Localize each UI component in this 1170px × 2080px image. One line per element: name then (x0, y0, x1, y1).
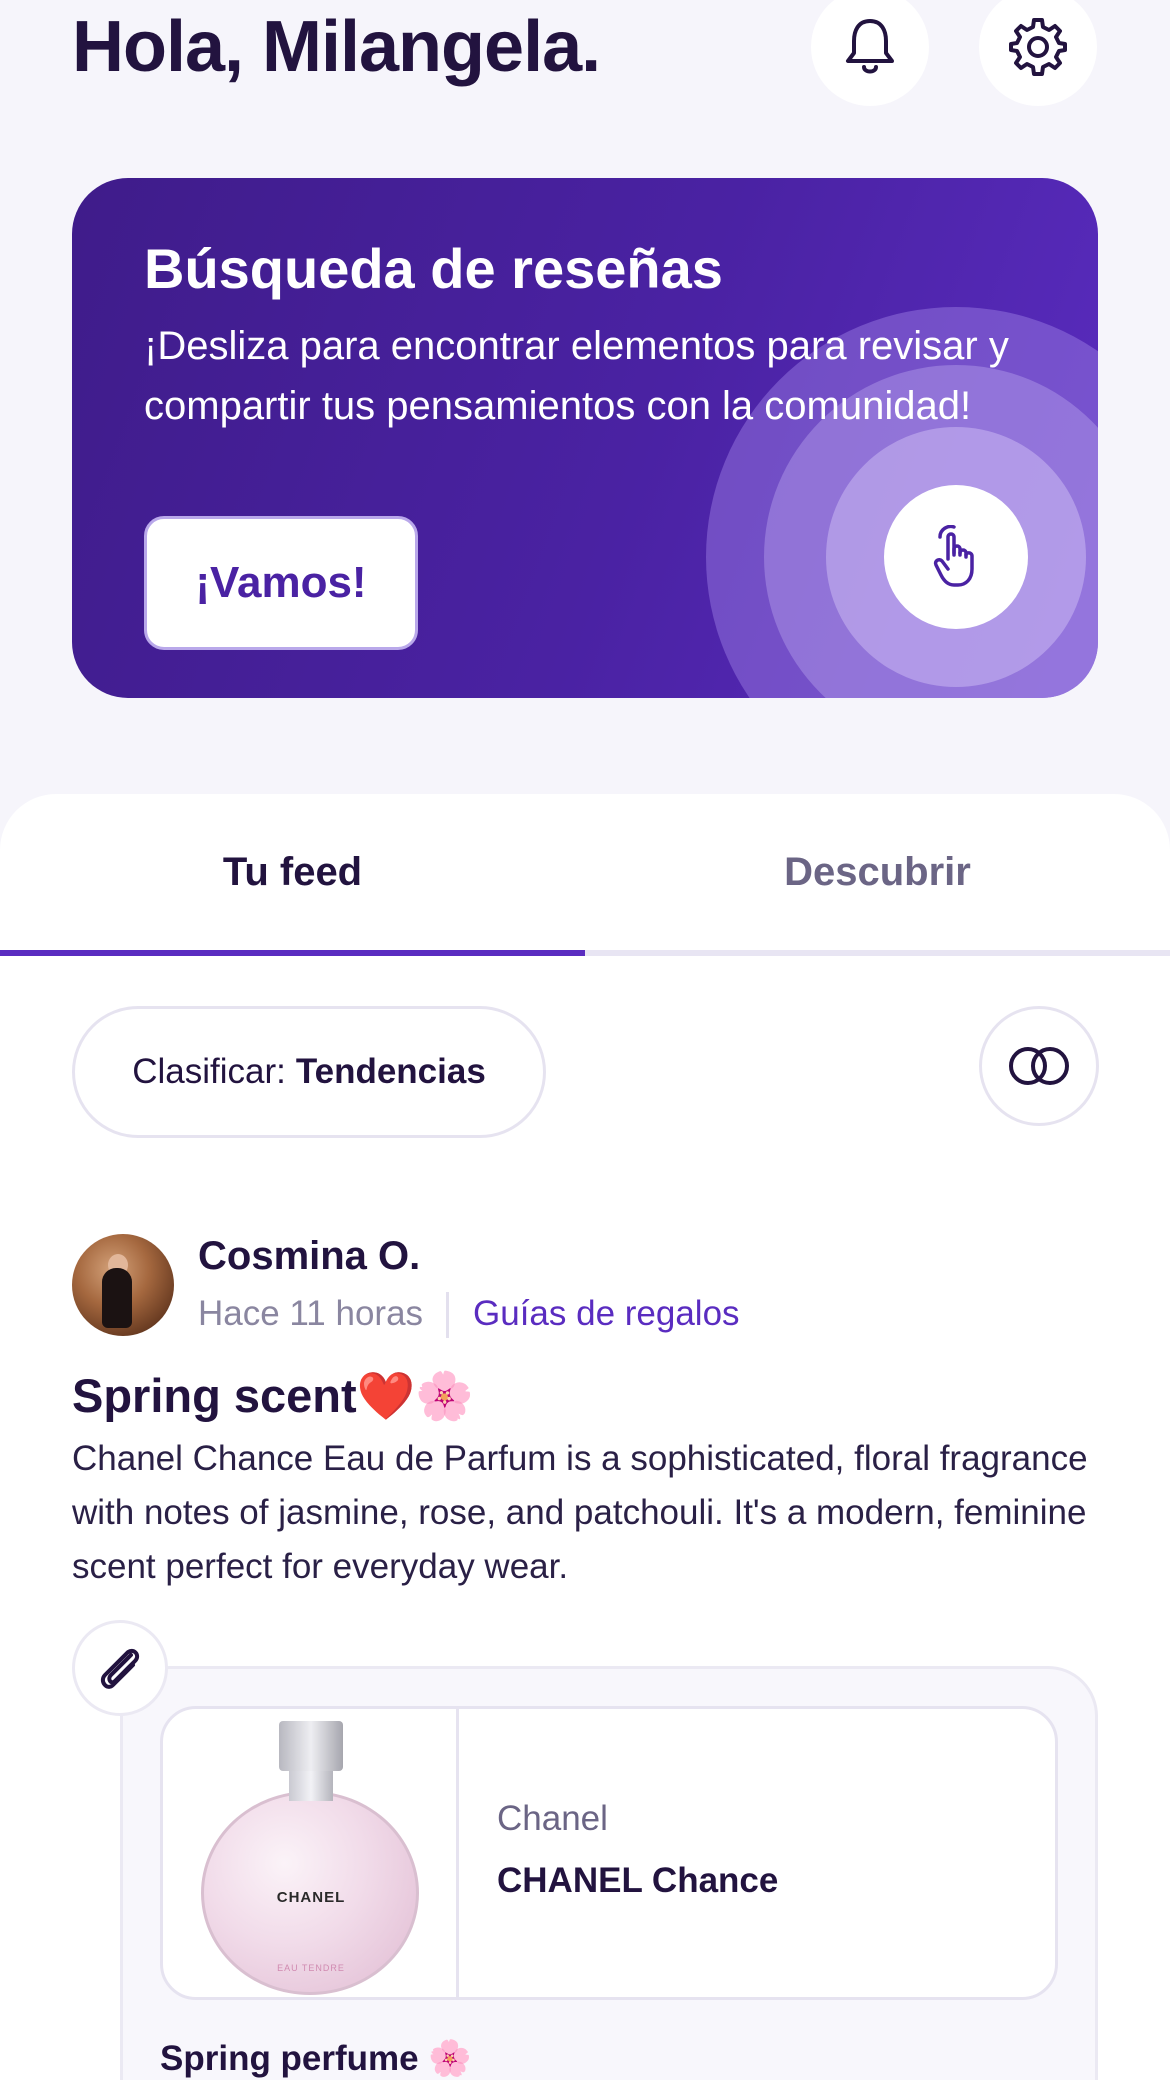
greeting-title: Hola, Milangela. (72, 7, 601, 87)
product-name: CHANEL Chance (497, 1861, 779, 1900)
author-avatar[interactable] (72, 1234, 174, 1336)
feed-panel: Tu feed Descubrir Clasificar: Tendencias… (0, 794, 1170, 2080)
attachment-caption: Spring perfume 🌸 (160, 2039, 472, 2078)
sort-dropdown[interactable]: Clasificar: Tendencias (72, 1006, 546, 1138)
sort-prefix: Clasificar: (132, 1052, 286, 1091)
tab-your-feed[interactable]: Tu feed (0, 850, 585, 895)
post-category-link[interactable]: Guías de regalos (473, 1294, 740, 1334)
sort-value: Tendencias (295, 1052, 486, 1091)
bottle-sublabel: EAU TENDRE (277, 1963, 345, 1973)
bell-icon (846, 19, 894, 74)
filter-button[interactable] (979, 1006, 1099, 1126)
attachment-badge (72, 1620, 168, 1716)
gear-icon (1009, 18, 1067, 76)
settings-button[interactable] (979, 0, 1097, 106)
lets-go-button[interactable]: ¡Vamos! (144, 516, 418, 650)
tap-hand-icon (933, 525, 974, 587)
tab-discover[interactable]: Descubrir (585, 850, 1170, 895)
home-screen: Hola, Milangela. Búsqueda de reseñas ¡De… (0, 0, 1170, 2080)
post-body: Chanel Chance Eau de Parfum is a sophist… (72, 1439, 1088, 1586)
product-brand: Chanel (497, 1799, 608, 1838)
promo-title: Búsqueda de reseñas (144, 237, 723, 300)
post-title: Spring scent❤️🌸 (72, 1369, 474, 1422)
swipe-start-button[interactable] (884, 485, 1028, 629)
promo-description: ¡Desliza para encontrar elementos para r… (144, 324, 1009, 428)
product-card[interactable]: CHANEL EAU TENDRE Chanel CHANEL Chance (160, 1706, 1058, 2000)
author-name[interactable]: Cosmina O. (198, 1234, 420, 1279)
post-timestamp: Hace 11 horas (198, 1294, 424, 1333)
notifications-button[interactable] (811, 0, 929, 106)
bottle-label: CHANEL (276, 1889, 346, 1906)
meta-divider (446, 1292, 449, 1338)
active-tab-indicator (0, 950, 585, 956)
filter-rings-icon (1009, 1047, 1069, 1085)
product-image: CHANEL EAU TENDRE (163, 1709, 459, 1997)
review-search-card: Búsqueda de reseñas ¡Desliza para encont… (72, 178, 1098, 698)
paperclip-icon (100, 1648, 140, 1689)
